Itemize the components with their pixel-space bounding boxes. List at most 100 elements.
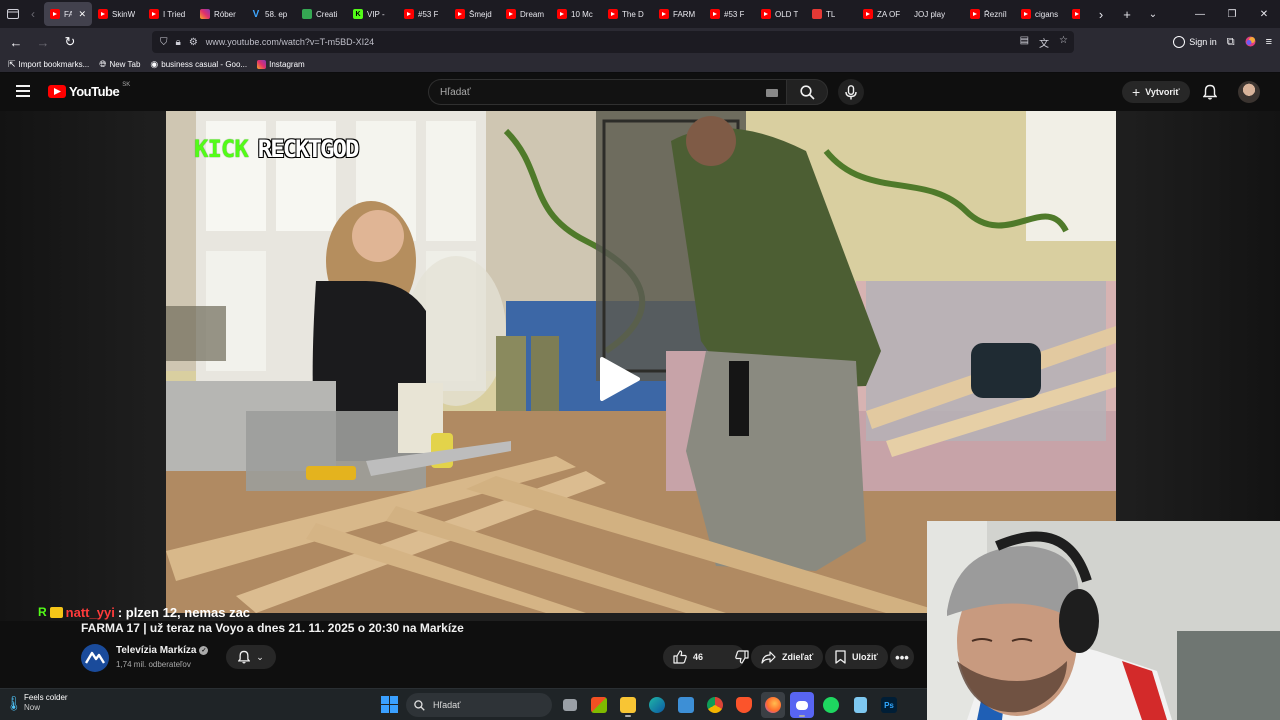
tab[interactable]: Dream	[500, 2, 551, 26]
restore-icon[interactable]: ❐	[1216, 0, 1248, 28]
reload-icon[interactable]: ↻	[58, 30, 82, 54]
reader-view-icon[interactable]: ▤	[1020, 35, 1029, 50]
weather-text: Feels colder Now	[24, 693, 68, 713]
bookmark-business-casual[interactable]: ◉ business casual - Goo...	[150, 59, 247, 70]
tab[interactable]: FARM	[653, 2, 704, 26]
brave-icon[interactable]	[732, 692, 756, 718]
tab-label: cigans	[1035, 9, 1059, 19]
taskbar-search-input[interactable]: Hľadať	[406, 693, 552, 717]
pinned-apps: Ps	[558, 692, 901, 718]
bookmark-star-icon[interactable]: ☆	[1059, 35, 1068, 50]
channel-avatar[interactable]	[81, 644, 109, 672]
kick-icon: K	[353, 9, 363, 19]
youtube-masthead: YouTube SK Hľadať + Vytvoriť	[0, 73, 1280, 111]
tab[interactable]: The D	[602, 2, 653, 26]
tab[interactable]: V 58. ep	[245, 2, 296, 26]
tab[interactable]: ZA OF	[857, 2, 908, 26]
tab[interactable]: Řezníl	[964, 2, 1015, 26]
photoshop-icon[interactable]: Ps	[877, 692, 901, 718]
voice-search-button[interactable]	[838, 79, 864, 105]
new-tab-icon[interactable]: +	[1114, 0, 1140, 28]
extensions-icon[interactable]: ⧉	[1227, 36, 1235, 49]
tab-label: FARM	[673, 9, 696, 19]
tab[interactable]: Róber	[194, 2, 245, 26]
tab-active[interactable]: FAI ✕	[44, 2, 92, 26]
firefox-icon[interactable]	[761, 692, 785, 718]
large-play-button[interactable]	[596, 357, 640, 401]
tab[interactable]: Šmejd	[449, 2, 500, 26]
minimize-icon[interactable]: —	[1184, 0, 1216, 28]
tab[interactable]: #53 F	[704, 2, 755, 26]
tab-label: ZA OF	[877, 9, 901, 19]
list-all-tabs-icon[interactable]: ⌄	[1140, 0, 1166, 28]
thumbs-up-icon	[673, 650, 687, 664]
photos-icon[interactable]	[674, 692, 698, 718]
like-button[interactable]: 46	[663, 645, 713, 669]
bookmark-instagram[interactable]: Instagram	[257, 59, 305, 69]
guide-menu-icon[interactable]	[16, 85, 30, 97]
file-explorer-icon[interactable]	[616, 692, 640, 718]
account-icon	[1173, 36, 1186, 48]
weather-widget[interactable]: 🌡︎ Feels colder Now	[5, 693, 68, 713]
store-icon[interactable]	[587, 692, 611, 718]
user-avatar[interactable]	[1238, 81, 1260, 103]
tab-label: SkinW	[112, 9, 136, 19]
url-bar[interactable]: ⛉ 🔒︎ ⚙︎ www.youtube.com/watch?v=T-m5BD-X…	[152, 31, 1074, 53]
profile-color-icon[interactable]	[1245, 36, 1256, 49]
chat-username: natt_yyi	[65, 604, 115, 620]
tab-label: Šmejd	[469, 9, 492, 19]
bookmark-import[interactable]: ⇱ Import bookmarks...	[8, 59, 89, 70]
tab[interactable]: TL	[806, 2, 857, 26]
tab[interactable]: OLD T	[755, 2, 806, 26]
close-tab-icon[interactable]: ✕	[78, 9, 86, 20]
url-text[interactable]: www.youtube.com/watch?v=T-m5BD-XI24	[206, 37, 374, 47]
save-button[interactable]: Uložiť	[825, 645, 888, 669]
translate-icon[interactable]: 文	[1039, 35, 1049, 50]
youtube-wordmark: YouTube	[69, 84, 120, 99]
tab[interactable]: SkinW	[92, 2, 143, 26]
start-windows-icon[interactable]	[381, 696, 398, 713]
permissions-icon[interactable]: ⚙︎	[189, 37, 198, 48]
tab[interactable]: K VIP -	[347, 2, 398, 26]
tab[interactable]: I Tried	[143, 2, 194, 26]
tab[interactable]: JOJ play	[908, 2, 964, 26]
share-button[interactable]: Zdieľať	[751, 645, 824, 669]
instagram-icon	[257, 59, 267, 69]
chrome-icon[interactable]	[703, 692, 727, 718]
discord-icon[interactable]	[790, 692, 814, 718]
back-icon[interactable]: ←	[4, 30, 28, 54]
youtube-logo[interactable]: YouTube SK	[48, 82, 130, 99]
plus-icon: +	[1132, 84, 1141, 100]
forward-icon[interactable]: →	[31, 30, 55, 54]
task-view-icon[interactable]	[558, 692, 582, 718]
sign-in-button[interactable]: Sign in	[1173, 36, 1217, 48]
tabs-scroll-right-icon[interactable]: ›	[1088, 0, 1114, 28]
spotify-icon[interactable]	[819, 692, 843, 718]
lock-icon[interactable]: 🔒︎	[176, 37, 181, 48]
sign-in-label: Sign in	[1189, 37, 1217, 47]
search-input[interactable]: Hľadať	[428, 79, 786, 105]
verified-check-icon: ✓	[199, 646, 209, 655]
tab[interactable]: co	[1066, 2, 1080, 26]
menu-icon[interactable]: ≡	[1266, 36, 1272, 48]
bookmark-new-tab[interactable]: 🌐︎ New Tab	[99, 59, 140, 70]
create-button[interactable]: + Vytvoriť	[1122, 81, 1190, 103]
tabs-scroll-left-icon[interactable]: ‹	[26, 0, 40, 28]
keyboard-icon[interactable]	[766, 89, 778, 97]
tracking-shield-icon[interactable]: ⛉	[160, 37, 168, 48]
channel-name[interactable]: Televízia Markíza ✓	[116, 645, 209, 656]
notifications-button[interactable]	[1200, 82, 1220, 102]
tab[interactable]: Creati	[296, 2, 347, 26]
tab[interactable]: cigans	[1015, 2, 1066, 26]
thermometer-icon: 🌡︎	[5, 694, 23, 711]
tab[interactable]: 10 Mc	[551, 2, 602, 26]
share-icon	[761, 650, 776, 664]
search-button[interactable]	[786, 79, 828, 105]
notepad-icon[interactable]	[848, 692, 872, 718]
subscription-bell-button[interactable]: ⌄	[226, 645, 276, 669]
more-actions-button[interactable]: •••	[890, 645, 914, 669]
tab[interactable]: #53 F	[398, 2, 449, 26]
close-window-icon[interactable]: ✕	[1248, 0, 1280, 28]
edge-icon[interactable]	[645, 692, 669, 718]
tab-list-icon[interactable]	[0, 0, 26, 28]
